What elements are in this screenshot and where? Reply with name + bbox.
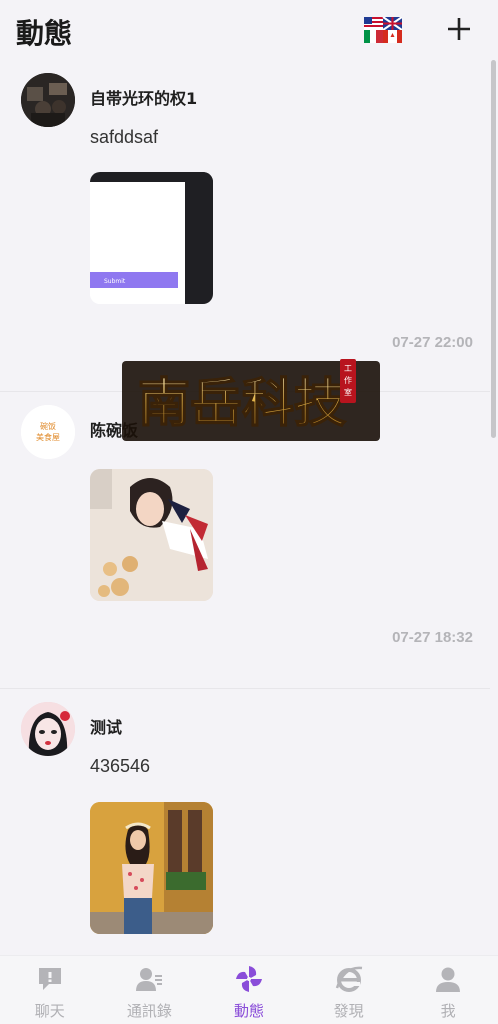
bottom-tab-bar: 聊天 通訊錄 動態 發現 我 — [0, 955, 498, 1024]
feed-scrollbar[interactable] — [491, 60, 496, 438]
avatar[interactable]: 碗饭 美食屋 — [21, 405, 75, 459]
moments-feed[interactable]: 自帯光环的权1 safddsaf Submit 07-27 22:00 碗饭 美… — [0, 60, 490, 960]
post-image[interactable]: Submit — [90, 172, 213, 304]
tab-label: 發現 — [333, 1002, 364, 1020]
pinwheel-icon — [235, 966, 262, 992]
tab-label: 動態 — [233, 1002, 264, 1020]
post-time: 07-27 18:32 — [392, 629, 473, 646]
page-title: 動態 — [16, 17, 73, 50]
plus-icon — [448, 18, 470, 40]
tab-chat[interactable]: 聊天 — [0, 956, 100, 1024]
moment-post: 测试 436546 — [0, 689, 490, 960]
tab-me[interactable]: 我 — [398, 956, 498, 1024]
language-flags-button[interactable] — [364, 16, 403, 43]
contacts-icon — [136, 968, 163, 991]
avatar[interactable] — [21, 73, 75, 127]
post-image-photo — [90, 802, 213, 934]
tab-label: 我 — [440, 1002, 456, 1020]
moment-post: 碗饭 美食屋 陈碗饭 07-27 18:32 — [0, 392, 490, 688]
tab-moments[interactable]: 動態 — [199, 956, 299, 1024]
post-image-screenshot: Submit — [90, 172, 213, 304]
add-post-button[interactable] — [444, 12, 474, 46]
post-text: 436546 — [90, 756, 151, 776]
post-image-photo — [90, 469, 213, 601]
tab-discover[interactable]: 發現 — [299, 956, 399, 1024]
post-image[interactable] — [90, 469, 213, 601]
flags-icon — [364, 16, 403, 43]
post-username[interactable]: 陈碗饭 — [90, 417, 138, 441]
svg-text:美食屋: 美食屋 — [36, 432, 60, 442]
avatar-photo — [21, 73, 75, 127]
chat-icon — [38, 968, 61, 990]
svg-text:碗饭: 碗饭 — [40, 421, 56, 431]
app-header: 動態 — [0, 0, 498, 60]
post-time: 07-27 22:00 — [392, 334, 473, 351]
person-icon — [436, 967, 461, 992]
tab-label: 通訊錄 — [126, 1002, 172, 1020]
post-username[interactable]: 测试 — [90, 714, 122, 738]
tab-label: 聊天 — [34, 1002, 65, 1020]
avatar[interactable] — [21, 702, 75, 756]
browser-icon — [335, 966, 362, 992]
post-text: safddsaf — [90, 127, 159, 147]
tab-contacts[interactable]: 通訊錄 — [100, 956, 200, 1024]
post-username[interactable]: 自帯光环的权1 — [90, 85, 197, 109]
moment-post: 自帯光环的权1 safddsaf Submit 07-27 22:00 — [0, 60, 490, 390]
avatar-illustration — [21, 702, 75, 756]
image-button-text: Submit — [104, 278, 126, 285]
post-image[interactable] — [90, 802, 213, 934]
avatar-logo: 碗饭 美食屋 — [21, 405, 75, 459]
